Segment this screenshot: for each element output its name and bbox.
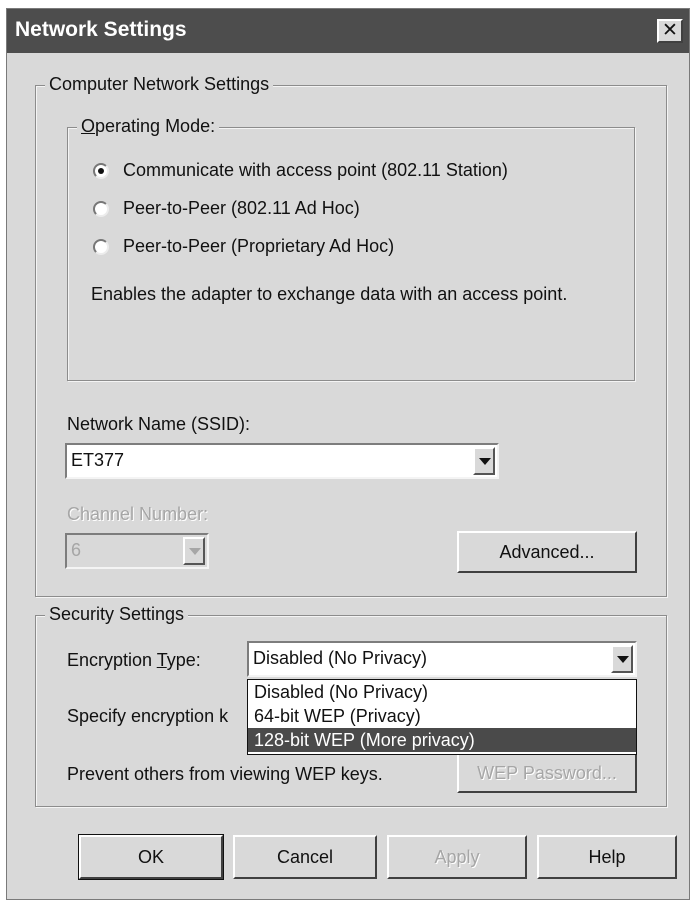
- chevron-down-icon: [183, 537, 205, 565]
- wep-password-button: WEP Password...: [457, 753, 637, 793]
- chevron-down-icon[interactable]: [473, 447, 495, 475]
- computer-network-legend: Computer Network Settings: [45, 73, 274, 95]
- encryption-type-label: Encryption Type:: [67, 650, 201, 670]
- encryption-option-disabled[interactable]: Disabled (No Privacy): [248, 680, 636, 704]
- window-title: Network Settings: [15, 18, 187, 41]
- chevron-down-icon[interactable]: [611, 645, 633, 673]
- operating-mode-legend: Operating Mode:: [77, 115, 220, 137]
- help-button-label: Help: [588, 847, 626, 867]
- ok-button[interactable]: OK: [78, 834, 224, 880]
- cancel-button-label: Cancel: [276, 847, 334, 867]
- specify-encryption-label: Specify encryption k: [67, 706, 229, 726]
- help-button[interactable]: Help: [537, 835, 677, 879]
- wep-password-label: WEP Password...: [477, 763, 617, 783]
- ssid-combobox[interactable]: ET377: [65, 443, 499, 479]
- encryption-type-value: Disabled (No Privacy): [253, 648, 428, 668]
- radio-station-label[interactable]: Communicate with access point (802.11 St…: [123, 159, 508, 181]
- radio-proprietary[interactable]: [93, 239, 109, 255]
- network-settings-dialog: Network Settings ✕ Computer Network Sett…: [6, 8, 690, 900]
- channel-combobox: 6: [65, 533, 209, 569]
- title-bar: Network Settings ✕: [7, 9, 689, 53]
- radio-adhoc[interactable]: [93, 201, 109, 217]
- ssid-label: Network Name (SSID):: [67, 414, 251, 434]
- ok-button-label: OK: [137, 847, 164, 867]
- radio-adhoc-label[interactable]: Peer-to-Peer (802.11 Ad Hoc): [123, 197, 360, 219]
- radio-proprietary-label[interactable]: Peer-to-Peer (Proprietary Ad Hoc): [123, 235, 394, 257]
- apply-button-label: Apply: [434, 847, 480, 867]
- prevent-viewing-label: Prevent others from viewing WEP keys.: [67, 764, 383, 784]
- channel-label: Channel Number:: [67, 504, 209, 524]
- close-button[interactable]: ✕: [657, 19, 683, 43]
- close-icon: ✕: [662, 20, 678, 41]
- encryption-dropdown-list[interactable]: Disabled (No Privacy) 64-bit WEP (Privac…: [247, 679, 637, 755]
- encryption-type-combobox[interactable]: Disabled (No Privacy): [247, 641, 637, 677]
- operating-mode-description: Enables the adapter to exchange data wit…: [91, 284, 568, 304]
- encryption-option-128bit[interactable]: 128-bit WEP (More privacy): [248, 728, 636, 752]
- encryption-option-64bit[interactable]: 64-bit WEP (Privacy): [248, 704, 636, 728]
- ssid-value: ET377: [71, 450, 125, 470]
- apply-button: Apply: [387, 835, 527, 879]
- cancel-button[interactable]: Cancel: [233, 835, 377, 879]
- channel-value: 6: [71, 540, 82, 560]
- advanced-button-label: Advanced...: [499, 542, 595, 562]
- security-legend: Security Settings: [45, 603, 189, 625]
- radio-station[interactable]: [93, 163, 109, 179]
- advanced-button[interactable]: Advanced...: [457, 531, 637, 573]
